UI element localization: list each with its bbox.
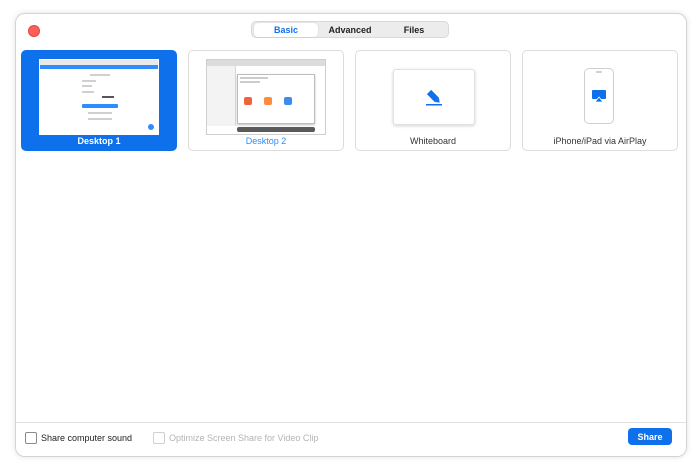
airplay-card[interactable]: iPhone/iPad via AirPlay bbox=[522, 50, 678, 151]
whiteboard-label: Whiteboard bbox=[409, 136, 457, 146]
airplay-label: iPhone/iPad via AirPlay bbox=[553, 136, 647, 146]
close-button[interactable] bbox=[28, 25, 40, 37]
tab-bar: Basic Advanced Files bbox=[251, 21, 449, 38]
share-button[interactable]: Share bbox=[628, 428, 672, 445]
optimize-video-label: Optimize Screen Share for Video Clip bbox=[169, 433, 319, 443]
desktop-1-card[interactable]: Desktop 1 bbox=[21, 50, 177, 151]
desktop-2-label: Desktop 2 bbox=[245, 136, 287, 146]
share-screen-window: Basic Advanced Files Desktop 1 Desktop 2… bbox=[15, 13, 687, 457]
tab-advanced[interactable]: Advanced bbox=[318, 23, 382, 37]
desktop-1-thumbnail bbox=[39, 59, 159, 135]
whiteboard-preview bbox=[393, 69, 475, 125]
bottom-options-bar: Share computer sound Optimize Screen Sha… bbox=[16, 422, 686, 456]
share-sound-label: Share computer sound bbox=[41, 433, 133, 443]
desktop-1-label: Desktop 1 bbox=[77, 136, 121, 146]
desktop-2-card[interactable]: Desktop 2 bbox=[188, 50, 344, 151]
share-sound-checkbox[interactable] bbox=[25, 432, 37, 444]
whiteboard-card[interactable]: Whiteboard bbox=[355, 50, 511, 151]
tab-files[interactable]: Files bbox=[382, 23, 446, 37]
share-options-grid: Desktop 1 Desktop 2 Whiteboard iPhone/iP… bbox=[21, 50, 681, 152]
phone-icon bbox=[584, 68, 614, 124]
desktop-2-thumbnail bbox=[206, 59, 326, 135]
optimize-video-checkbox[interactable] bbox=[153, 432, 165, 444]
tab-basic[interactable]: Basic bbox=[254, 22, 318, 37]
